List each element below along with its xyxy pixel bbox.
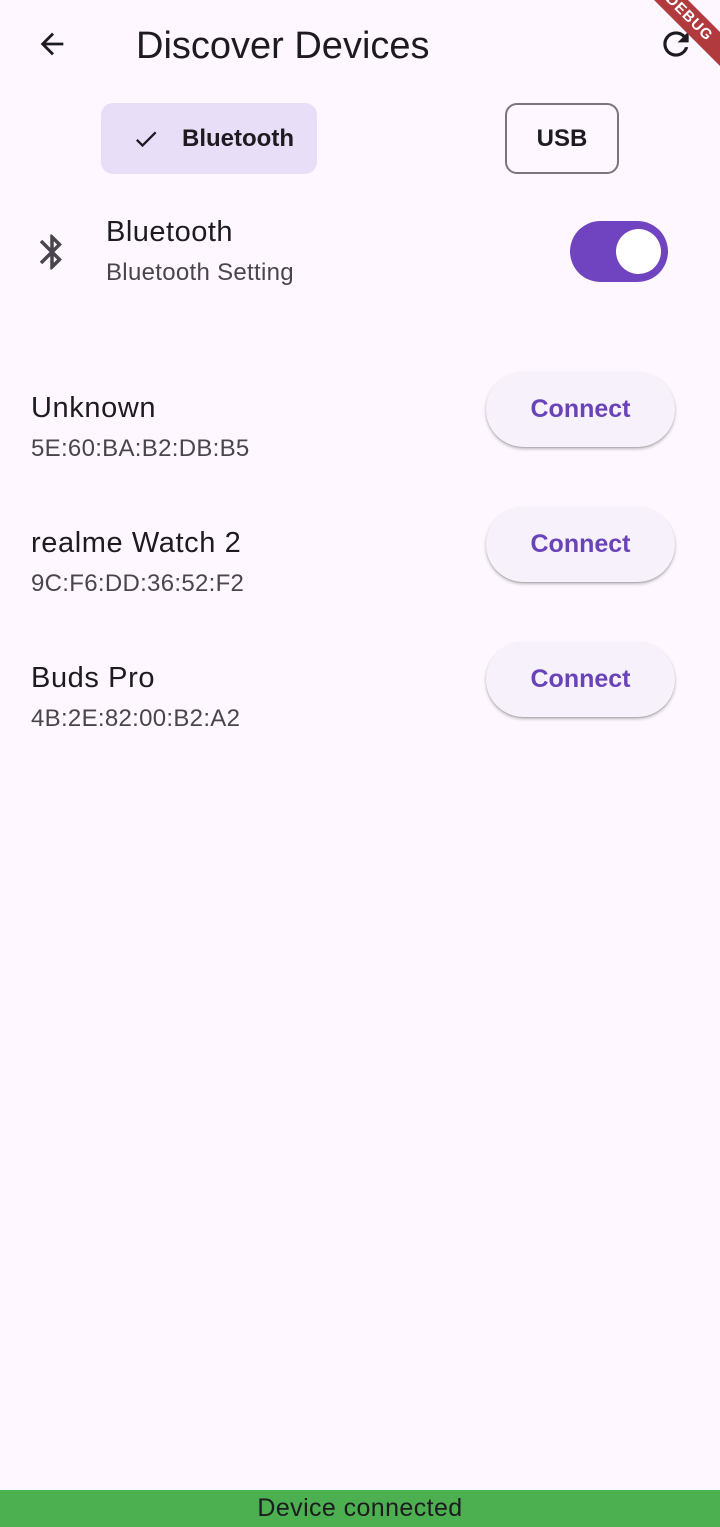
page-title: Discover Devices (136, 25, 430, 67)
bluetooth-subtitle: Bluetooth Setting (106, 259, 294, 286)
bluetooth-setting-row[interactable]: Bluetooth Bluetooth Setting (0, 200, 720, 310)
bluetooth-chip-label: Bluetooth (182, 124, 294, 152)
refresh-button[interactable] (646, 16, 706, 76)
bluetooth-toggle[interactable] (570, 221, 668, 282)
device-name: realme Watch 2 (31, 527, 242, 559)
toggle-thumb (616, 229, 661, 274)
status-message: Device connected (257, 1494, 463, 1522)
connect-button[interactable]: Connect (486, 507, 675, 582)
device-mac: 4B:2E:82:00:B2:A2 (31, 705, 241, 732)
arrow-back-icon (35, 27, 69, 66)
check-icon (132, 125, 160, 153)
device-name: Buds Pro (31, 662, 156, 694)
bluetooth-chip[interactable]: Bluetooth (101, 103, 317, 174)
device-name: Unknown (31, 392, 157, 424)
back-button[interactable] (22, 16, 82, 76)
connect-button[interactable]: Connect (486, 642, 675, 717)
status-snackbar: Device connected (0, 1490, 720, 1527)
device-mac: 9C:F6:DD:36:52:F2 (31, 570, 245, 597)
usb-chip-label: USB (536, 124, 588, 152)
list-item: Buds Pro 4B:2E:82:00:B2:A2 Connect (0, 642, 720, 760)
bluetooth-title: Bluetooth (106, 216, 234, 248)
list-item: Unknown 5E:60:BA:B2:DB:B5 Connect (0, 372, 720, 490)
connect-button[interactable]: Connect (486, 372, 675, 447)
app-bar: Discover Devices (0, 0, 720, 92)
bluetooth-icon (30, 230, 74, 274)
usb-chip[interactable]: USB (505, 103, 619, 174)
device-mac: 5E:60:BA:B2:DB:B5 (31, 435, 250, 462)
refresh-icon (657, 25, 695, 68)
list-item: realme Watch 2 9C:F6:DD:36:52:F2 Connect (0, 507, 720, 625)
